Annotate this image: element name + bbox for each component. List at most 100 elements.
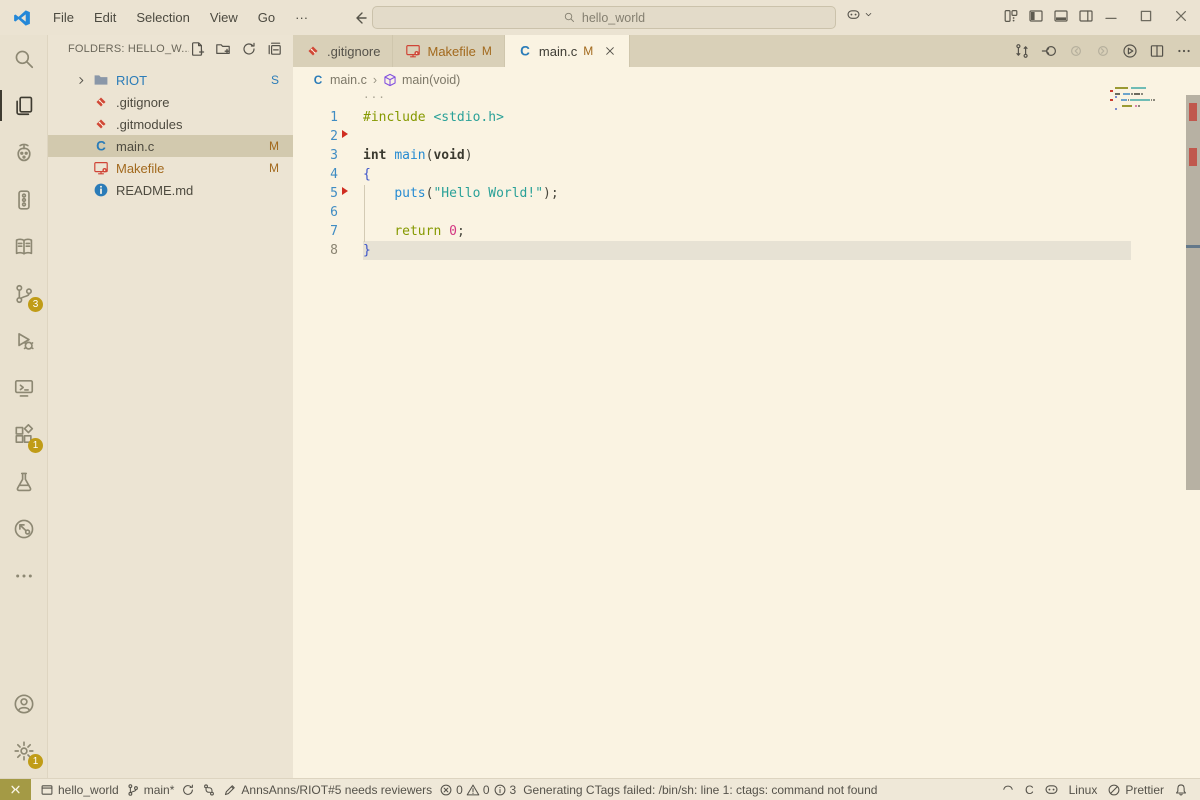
customize-layout-icon[interactable]	[1003, 8, 1019, 24]
activity-source-control[interactable]: 3	[0, 270, 48, 317]
maximize-button[interactable]	[1138, 8, 1154, 24]
menu-file[interactable]: File	[43, 6, 84, 29]
code-line-1: 1#include <stdio.h>	[293, 108, 1200, 127]
status-main*[interactable]: main*	[126, 783, 175, 797]
compare-changes-icon[interactable]	[1014, 43, 1030, 59]
prev-change-icon[interactable]	[1041, 43, 1057, 59]
activity-raspberry[interactable]	[0, 129, 48, 176]
menu-go[interactable]: Go	[248, 6, 285, 29]
status-linux[interactable]: Linux	[1069, 783, 1098, 797]
tree-item-makefile[interactable]: Makefile M	[48, 157, 293, 179]
vscode-window: { "colors": { "accent_blue": "#268bd2", …	[0, 0, 1200, 800]
activity-extensions[interactable]: 1	[0, 411, 48, 458]
code-token: "Hello World!"	[433, 186, 543, 201]
c-file-icon: C	[311, 73, 325, 87]
circle-left-icon[interactable]	[1068, 43, 1084, 59]
status-compare-branch[interactable]	[202, 783, 216, 797]
breadcrumb-item[interactable]: Cmain.c	[311, 73, 367, 87]
tree-item-readme-md[interactable]: README.md	[48, 179, 293, 201]
more-icon[interactable]	[1176, 43, 1192, 59]
gutter-space	[338, 146, 363, 165]
chevron-right-icon	[75, 74, 88, 87]
tree-item--gitignore[interactable]: .gitignore	[48, 91, 293, 113]
tab--gitignore[interactable]: .gitignore	[293, 35, 393, 67]
code-line-4: 4{	[293, 165, 1200, 184]
minimap-modified-mark	[1110, 90, 1113, 92]
raspberry-icon	[13, 142, 35, 164]
tab-main-c[interactable]: Cmain.cM	[505, 35, 630, 67]
flask-icon	[13, 471, 35, 493]
activity-flask[interactable]	[0, 458, 48, 505]
menu-selection[interactable]: Selection	[126, 6, 199, 29]
code-editor[interactable]: ··· 1#include <stdio.h>23int main(void)4…	[293, 93, 1200, 753]
layout-panel-icon[interactable]	[1053, 8, 1069, 24]
code-line-content: int main(void)	[363, 146, 1200, 165]
status-hello_world[interactable]: hello_world	[40, 783, 119, 797]
status-slash-circle[interactable]: Prettier	[1107, 783, 1164, 797]
status-copilot[interactable]	[1044, 782, 1059, 797]
collapse-all-icon[interactable]	[267, 41, 283, 57]
status-c[interactable]: C	[1025, 783, 1034, 797]
branch-icon	[126, 783, 140, 797]
status-spinner[interactable]	[1001, 783, 1015, 797]
svg-text:C: C	[96, 139, 106, 154]
file-name: main.c	[116, 139, 154, 154]
activity-settings[interactable]: 1	[0, 727, 48, 774]
tree-item-riot[interactable]: RIOTS	[48, 69, 293, 91]
status-label: Generating CTags failed: /bin/sh: line 1…	[523, 783, 877, 797]
tab-bar: .gitignoreMakefileMCmain.cM	[293, 35, 1200, 67]
breadcrumb-label: main(void)	[402, 73, 460, 87]
activity-book[interactable]	[0, 223, 48, 270]
layout-sidebar-left-icon[interactable]	[1028, 8, 1044, 24]
minimap-line	[1115, 99, 1155, 101]
search-icon	[13, 48, 35, 70]
activity-search[interactable]	[0, 35, 48, 82]
close-button[interactable]	[1173, 8, 1189, 24]
activity-board[interactable]	[0, 176, 48, 223]
tab-modified-badge: M	[583, 44, 593, 58]
minimap[interactable]	[1115, 87, 1155, 111]
layout-sidebar-right-icon[interactable]	[1078, 8, 1094, 24]
breadcrumb-item[interactable]: main(void)	[383, 73, 460, 87]
remote-indicator-button[interactable]	[0, 779, 31, 800]
code-line-7: 7 return 0;	[293, 222, 1200, 241]
remote-explorer-icon	[13, 377, 35, 399]
run-icon[interactable]	[1122, 43, 1138, 59]
status-generating[interactable]: Generating CTags failed: /bin/sh: line 1…	[523, 783, 877, 797]
activity-commit-graph[interactable]	[0, 505, 48, 552]
status-sync[interactable]	[181, 783, 195, 797]
activity-explorer[interactable]	[0, 82, 48, 129]
tree-item--gitmodules[interactable]: .gitmodules	[48, 113, 293, 135]
file-decoration-badge: M	[269, 161, 279, 175]
tab-makefile[interactable]: MakefileM	[393, 35, 504, 67]
status-annsanns[interactable]: AnnsAnns/RIOT#5 needs reviewers	[223, 783, 432, 797]
new-folder-icon[interactable]	[215, 41, 231, 57]
new-file-icon[interactable]	[189, 41, 205, 57]
activity-remote-explorer[interactable]	[0, 364, 48, 411]
activity-debug[interactable]	[0, 317, 48, 364]
status-bell[interactable]	[1174, 783, 1188, 797]
indent-guide	[364, 185, 365, 242]
minimap-token	[1115, 108, 1117, 110]
copilot-menu[interactable]	[846, 7, 874, 22]
menu-edit[interactable]: Edit	[84, 6, 126, 29]
tree-item-main-c[interactable]: Cmain.cM	[48, 135, 293, 157]
circle-right-icon[interactable]	[1095, 43, 1111, 59]
scrollbar-overview-ruler[interactable]	[1186, 95, 1200, 490]
back-icon[interactable]	[352, 10, 368, 26]
split-editor-icon[interactable]	[1149, 43, 1165, 59]
command-center[interactable]: hello_world	[372, 6, 836, 29]
tab-label: main.c	[539, 44, 577, 59]
menu-view[interactable]: View	[200, 6, 248, 29]
problems-status[interactable]: 003	[439, 783, 516, 797]
code-token: )	[465, 148, 473, 163]
c-file-icon: C	[93, 138, 109, 154]
file-name: Makefile	[116, 161, 164, 176]
line-number: 5	[293, 184, 338, 203]
refresh-icon[interactable]	[241, 41, 257, 57]
activity-more[interactable]	[0, 552, 48, 599]
menu-more[interactable]: ···	[285, 6, 318, 29]
tab-close-icon[interactable]	[603, 44, 617, 58]
minimize-button[interactable]	[1103, 8, 1119, 24]
activity-account[interactable]	[0, 680, 48, 727]
